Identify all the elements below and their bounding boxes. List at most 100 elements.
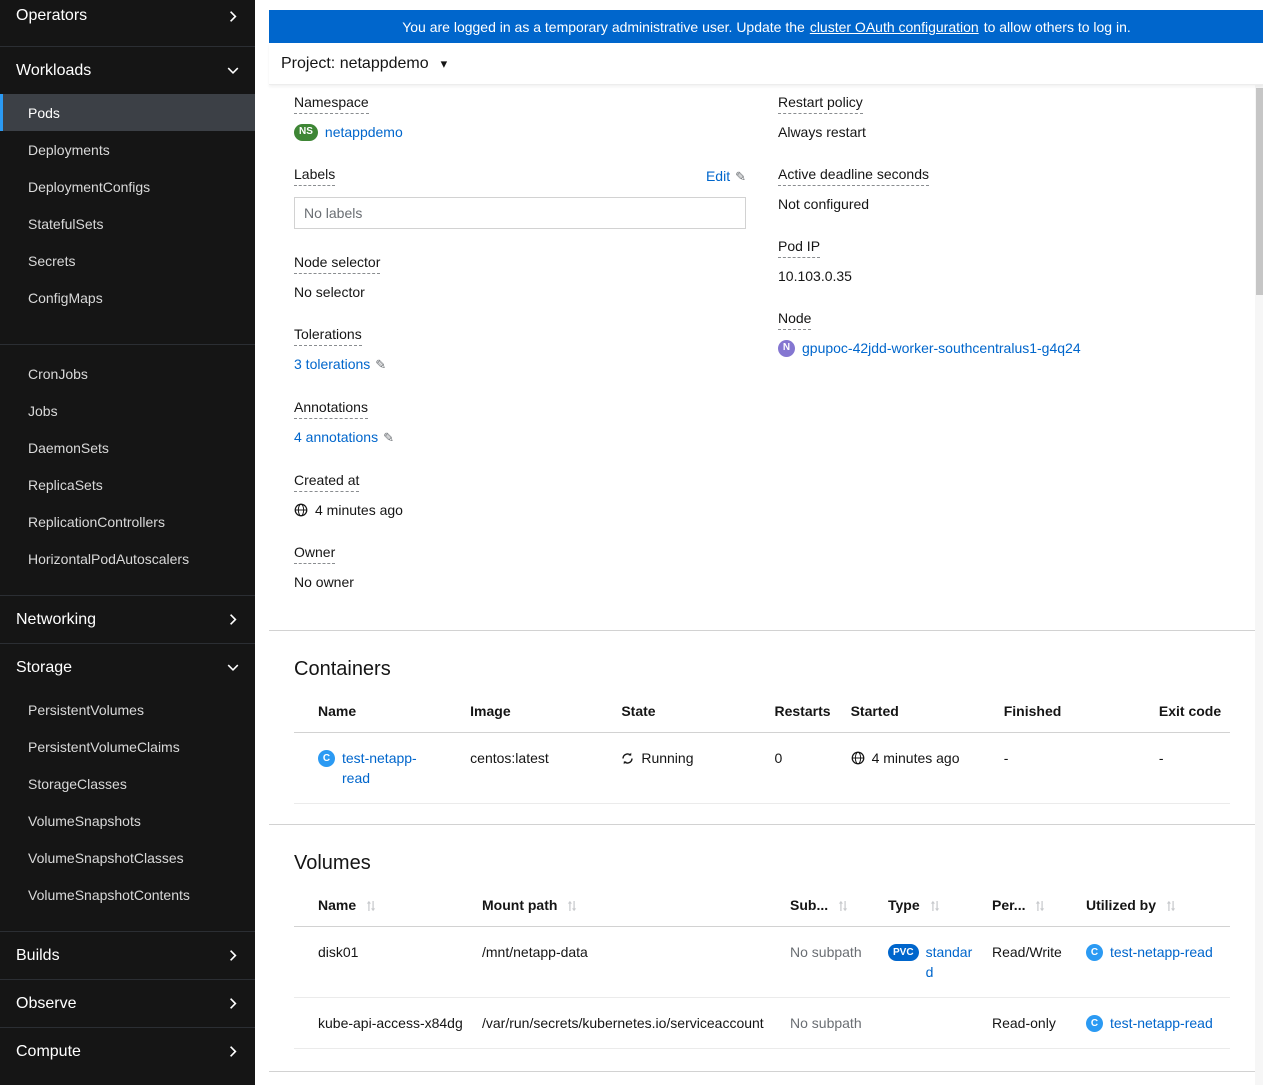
banner-text: to allow others to log in.: [983, 18, 1131, 35]
timestamp-icon: [851, 751, 865, 765]
detail-owner: Owner No owner: [294, 544, 354, 590]
pencil-icon: ✎: [383, 430, 394, 445]
chevron-right-icon: [229, 949, 237, 962]
container-started: 4 minutes ago: [871, 750, 960, 766]
node-badge: N: [778, 339, 795, 357]
sidebar-item-compute[interactable]: Compute: [0, 1027, 255, 1075]
sidebar-item-deployments[interactable]: Deployments: [0, 131, 255, 168]
sidebar-item-persistentvolumeclaims[interactable]: PersistentVolumeClaims: [0, 728, 255, 765]
sort-icon: [838, 898, 848, 912]
sidebar-item-storage[interactable]: Storage: [0, 643, 255, 691]
labels-empty-text: No labels: [304, 205, 363, 221]
utilized-by-link[interactable]: test-netapp-read: [1110, 1013, 1213, 1033]
container-badge: C: [1086, 944, 1103, 961]
pvc-link[interactable]: standard: [926, 942, 976, 982]
detail-created-at: Created at 4 minutes ago: [294, 472, 403, 518]
chevron-down-icon: [227, 661, 239, 674]
sidebar-item-daemonsets[interactable]: DaemonSets: [0, 429, 255, 466]
containers-title: Containers: [294, 658, 391, 680]
vertical-scrollbar[interactable]: [1255, 85, 1263, 1085]
container-row: C test-netapp-read centos:latest Running…: [294, 732, 1230, 804]
oauth-config-link[interactable]: cluster OAuth configuration: [810, 19, 979, 35]
sort-header-subpath[interactable]: Sub...: [790, 897, 848, 913]
sidebar-item-volumesnapshotcontents[interactable]: VolumeSnapshotContents: [0, 876, 255, 913]
annotations-edit-link[interactable]: 4 annotations ✎: [294, 428, 394, 447]
containers-header-row: Name Image State Restarts Started Finish…: [294, 690, 1230, 733]
detail-label: Owner: [294, 544, 336, 564]
container-badge: C: [318, 750, 335, 767]
sidebar-item-builds[interactable]: Builds: [0, 931, 255, 979]
sidebar-item-volumesnapshotclasses[interactable]: VolumeSnapshotClasses: [0, 839, 255, 876]
column-header-restarts: Restarts: [766, 690, 843, 733]
column-header-image: Image: [462, 690, 614, 733]
detail-label: Annotations: [294, 399, 368, 419]
project-selector[interactable]: Project: netappdemo ▾: [281, 55, 447, 73]
sidebar-item-storageclasses[interactable]: StorageClasses: [0, 765, 255, 802]
sidebar-item-secrets[interactable]: Secrets: [0, 242, 255, 279]
volumes-section: Volumes Name Mount path Sub... Type Per.…: [269, 852, 1255, 1049]
sidebar-item-statefulsets[interactable]: StatefulSets: [0, 205, 255, 242]
sort-icon: [1166, 898, 1176, 912]
namespace-link[interactable]: netappdemo: [325, 123, 403, 141]
detail-restart-policy: Restart policy Always restart: [778, 94, 866, 140]
pencil-icon: ✎: [375, 357, 387, 372]
detail-label: Restart policy: [778, 94, 863, 114]
chevron-right-icon: [229, 1045, 237, 1058]
sort-header-name[interactable]: Name: [318, 897, 376, 913]
scrollbar-thumb[interactable]: [1256, 88, 1263, 295]
sort-header-permissions[interactable]: Per...: [992, 897, 1045, 913]
sidebar-nav: Operators Workloads Pods Deployments Dep…: [0, 0, 255, 1085]
sidebar-item-workloads[interactable]: Workloads: [0, 46, 255, 94]
banner-text: You are logged in as a temporary adminis…: [402, 18, 805, 35]
labels-box: No labels: [294, 197, 746, 229]
sidebar-item-persistentvolumes[interactable]: PersistentVolumes: [0, 691, 255, 728]
volumes-header-row: Name Mount path Sub... Type Per... Utili…: [294, 884, 1230, 927]
sidebar-item-jobs[interactable]: Jobs: [0, 392, 255, 429]
tolerations-edit-link[interactable]: 3 tolerations ✎: [294, 355, 386, 374]
sidebar-item-replicasets[interactable]: ReplicaSets: [0, 466, 255, 503]
chevron-right-icon: [229, 10, 237, 23]
detail-labels: Labels Edit ✎ No labels: [294, 166, 746, 229]
timestamp-icon: [294, 503, 308, 517]
containers-table: Name Image State Restarts Started Finish…: [294, 690, 1230, 804]
sidebar-item-horizontalpodautoscalers[interactable]: HorizontalPodAutoscalers: [0, 540, 255, 577]
sidebar-item-volumesnapshots[interactable]: VolumeSnapshots: [0, 802, 255, 839]
sidebar-item-label: Builds: [16, 946, 60, 964]
namespace-badge: NS: [294, 123, 318, 141]
labels-edit-button[interactable]: Edit ✎: [706, 168, 746, 185]
project-label: Project: netappdemo: [281, 54, 429, 72]
container-finished: -: [995, 732, 1151, 804]
sort-header-type[interactable]: Type: [888, 897, 940, 913]
sort-icon: [930, 898, 940, 912]
volume-row: disk01 /mnt/netapp-data No subpath PVC s…: [294, 926, 1230, 998]
sidebar-item-observe[interactable]: Observe: [0, 979, 255, 1027]
sidebar-item-cronjobs[interactable]: CronJobs: [0, 355, 255, 392]
detail-tolerations: Tolerations 3 tolerations ✎: [294, 326, 746, 374]
volume-mount-path: /mnt/netapp-data: [474, 926, 782, 998]
node-link[interactable]: gpupoc-42jdd-worker-southcentralus1-g4q2…: [802, 339, 1081, 357]
detail-namespace: Namespace NS netappdemo: [294, 94, 746, 141]
detail-node-selector: Node selector No selector: [294, 254, 381, 300]
sidebar-item-deploymentconfigs[interactable]: DeploymentConfigs: [0, 168, 255, 205]
detail-annotations: Annotations 4 annotations ✎: [294, 399, 746, 447]
sidebar-item-networking[interactable]: Networking: [0, 595, 255, 643]
volume-subpath: No subpath: [782, 997, 880, 1049]
volume-mount-path: /var/run/secrets/kubernetes.io/serviceac…: [474, 997, 782, 1049]
sidebar-item-label: Networking: [16, 610, 97, 628]
sidebar-item-pods[interactable]: Pods: [0, 94, 255, 131]
volume-subpath: No subpath: [782, 926, 880, 998]
column-header-finished: Finished: [995, 690, 1151, 733]
sort-icon: [567, 898, 577, 912]
sort-header-mount-path[interactable]: Mount path: [482, 897, 577, 913]
sidebar-item-label: Workloads: [16, 61, 92, 79]
column-header-state: State: [613, 690, 767, 733]
sidebar-item-label: Observe: [16, 994, 77, 1012]
detail-active-deadline: Active deadline seconds Not configured: [778, 166, 929, 212]
utilized-by-link[interactable]: test-netapp-read: [1110, 942, 1213, 962]
container-link[interactable]: test-netapp-read: [342, 748, 422, 788]
column-header-name: Name: [294, 690, 463, 733]
sidebar-item-replicationcontrollers[interactable]: ReplicationControllers: [0, 503, 255, 540]
sidebar-item-configmaps[interactable]: ConfigMaps: [0, 279, 255, 316]
sidebar-item-operators[interactable]: Operators: [0, 0, 255, 46]
sort-header-utilized-by[interactable]: Utilized by: [1086, 897, 1176, 913]
